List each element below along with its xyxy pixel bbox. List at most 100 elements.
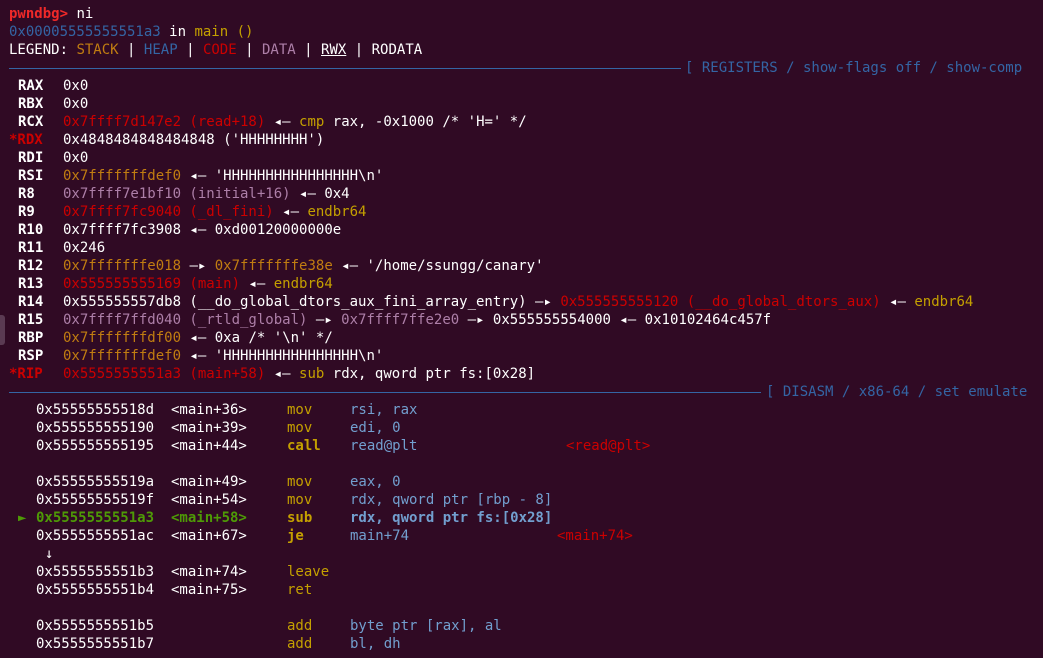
deref-pointer: 0x555555555120 (__do_global_dtors_aux) bbox=[560, 294, 881, 310]
disasm-symbol: <main+39> bbox=[171, 420, 247, 436]
disasm-address: 0x55555555519a bbox=[36, 474, 155, 490]
instruction-operands: rax, -0x1000 bbox=[332, 114, 434, 130]
disasm-address: 0x5555555551b4 bbox=[36, 582, 155, 598]
current-instruction-icon: ► bbox=[18, 510, 27, 526]
register-r14: R14 0x555555557db8 (__do_global_dtors_aux… bbox=[9, 293, 1043, 311]
register-value: 0x7ffff7fc3908 bbox=[63, 222, 182, 238]
register-value: 0x4848484848484848 ('HHHHHHHH') bbox=[63, 132, 325, 148]
register-r8: R8 0x7ffff7e1bf10 (initial+16) ◂— 0x4 bbox=[9, 185, 1043, 203]
disasm-header: [ DISASM / x86-64 / set emulate bbox=[9, 383, 1043, 401]
comment: /* 'H=' */ bbox=[442, 114, 527, 130]
register-value: 0x7ffff7ffd040 (_rtld_global) bbox=[63, 312, 308, 328]
deref-arrow: ◂— bbox=[189, 222, 207, 238]
disasm-line: 0x5555555551b3 <main+74> leave bbox=[9, 563, 1043, 581]
register-value: 0x246 bbox=[63, 240, 106, 256]
location-in: in bbox=[169, 24, 187, 40]
disasm-symbol: <main+36> bbox=[171, 402, 247, 418]
register-name: *RDX bbox=[9, 132, 43, 148]
disasm-address: 0x5555555551ac bbox=[36, 528, 155, 544]
disasm-symbol: <main+54> bbox=[171, 492, 247, 508]
disasm-line: 0x5555555551b5 add byte ptr [rax], al bbox=[9, 617, 1043, 635]
register-r13: R13 0x555555555169 (main) ◂— endbr64 bbox=[9, 275, 1043, 293]
disasm-line: 0x5555555551ac <main+67> je main+74 <main+74… bbox=[9, 527, 1043, 545]
deref-arrow: ◂— bbox=[189, 348, 207, 364]
disasm-current-line: ► 0x5555555551a3 <main+58> sub rdx, qword pt… bbox=[9, 509, 1043, 527]
disasm-symbol: <main+49> bbox=[171, 474, 247, 490]
string-value: '/home/ssungg/canary' bbox=[366, 258, 544, 274]
register-value: 0x0 bbox=[63, 96, 89, 112]
register-name: R12 bbox=[18, 258, 44, 274]
disasm-mnemonic: add bbox=[287, 618, 313, 634]
disasm-operands: eax, 0 bbox=[350, 474, 401, 490]
deref-arrow: ◂— bbox=[341, 258, 359, 274]
disasm-operands: byte ptr [rax], al bbox=[350, 618, 502, 634]
disasm-mnemonic: call bbox=[287, 438, 321, 454]
disasm-mnemonic: add bbox=[287, 636, 313, 652]
register-rdx: *RDX 0x4848484848484848 ('HHHHHHHH') bbox=[9, 131, 1043, 149]
disasm-mnemonic: mov bbox=[287, 402, 313, 418]
instruction-mnemonic: cmp bbox=[299, 114, 325, 130]
register-name: RCX bbox=[18, 114, 44, 130]
register-rsp: RSP 0x7fffffffdef0 ◂— 'HHHHHHHHHHHHHHHH\n… bbox=[9, 347, 1043, 365]
legend-sep: | bbox=[127, 42, 136, 58]
disasm-symbol: <main+67> bbox=[171, 528, 247, 544]
instruction-mnemonic: endbr64 bbox=[914, 294, 974, 310]
register-value: 0x7ffff7d147e2 (read+18) bbox=[63, 114, 266, 130]
disasm-mnemonic: sub bbox=[287, 510, 313, 526]
disasm-symbol: <main+75> bbox=[171, 582, 247, 598]
register-name: R10 bbox=[18, 222, 44, 238]
jump-arrow-line: ↓ bbox=[9, 545, 1043, 563]
deref-arrow: —▸ bbox=[535, 294, 552, 310]
disasm-rule bbox=[9, 392, 761, 393]
register-rbp: RBP 0x7fffffffdf00 ◂— 0xa /* '\n' */ bbox=[9, 329, 1043, 347]
legend-line: LEGEND: STACK | HEAP | CODE | DATA | RWX… bbox=[9, 41, 1043, 59]
register-name: RAX bbox=[18, 78, 44, 94]
register-name: R9 bbox=[18, 204, 35, 220]
registers-title: [ REGISTERS / show-flags off / show-comp bbox=[685, 60, 1023, 76]
deref-arrow: —▸ bbox=[315, 312, 333, 328]
disasm-mnemonic: ret bbox=[287, 582, 313, 598]
disasm-line: 0x55555555519f <main+54> mov rdx, qword ptr… bbox=[9, 491, 1043, 509]
register-rip: *RIP 0x5555555551a3 (main+58) ◂— sub rdx,… bbox=[9, 365, 1043, 383]
deref-value: 0x10102464c457f bbox=[644, 312, 772, 328]
register-name: R11 bbox=[18, 240, 44, 256]
register-value: 0x7fffffffe018 bbox=[63, 258, 182, 274]
location-line: 0x00005555555551a3 in main () bbox=[9, 23, 1043, 41]
instruction-mnemonic: endbr64 bbox=[307, 204, 367, 220]
disasm-address: 0x55555555518d bbox=[36, 402, 155, 418]
location-address: 0x00005555555551a3 bbox=[9, 24, 161, 40]
disasm-line: 0x555555555195 <main+44> call read@plt <read… bbox=[9, 437, 1043, 455]
legend-sep: | bbox=[245, 42, 254, 58]
register-rsi: RSI 0x7fffffffdef0 ◂— 'HHHHHHHHHHHHHHHH\n… bbox=[9, 167, 1043, 185]
register-value: 0x555555555169 (main) bbox=[63, 276, 241, 292]
disasm-line: 0x55555555518d <main+36> mov rsi, rax bbox=[9, 401, 1043, 419]
register-name: R8 bbox=[18, 186, 35, 202]
registers-header: [ REGISTERS / show-flags off / show-comp bbox=[9, 59, 1043, 77]
register-name: R15 bbox=[18, 312, 44, 328]
register-name: *RIP bbox=[9, 366, 43, 382]
register-value: 0x7fffffffdf00 bbox=[63, 330, 182, 346]
register-name: RBP bbox=[18, 330, 44, 346]
legend-sep: | bbox=[304, 42, 313, 58]
register-rax: RAX 0x0 bbox=[9, 77, 1043, 95]
deref-arrow: ◂— bbox=[189, 168, 207, 184]
deref-arrow: ◂— bbox=[299, 186, 316, 202]
register-name: RBX bbox=[18, 96, 44, 112]
register-r15: R15 0x7ffff7ffd040 (_rtld_global) —▸ 0x7f… bbox=[9, 311, 1043, 329]
disasm-mnemonic: mov bbox=[287, 474, 313, 490]
deref-arrow: ◂— bbox=[889, 294, 906, 310]
register-value: 0x555555557db8 (__do_global_dtors_aux_fi… bbox=[63, 294, 527, 310]
deref-arrow: ◂— bbox=[273, 366, 291, 382]
deref-value: 0x4 bbox=[324, 186, 350, 202]
disasm-line: 0x555555555190 <main+39> mov edi, 0 bbox=[9, 419, 1043, 437]
register-value: 0x0 bbox=[63, 78, 89, 94]
scrollbar-handle[interactable] bbox=[0, 315, 5, 345]
register-value: 0x7fffffffdef0 bbox=[63, 348, 182, 364]
register-name: R14 bbox=[18, 294, 44, 310]
register-r10: R10 0x7ffff7fc3908 ◂— 0xd00120000000e bbox=[9, 221, 1043, 239]
disasm-mnemonic: mov bbox=[287, 420, 313, 436]
register-value: 0x0 bbox=[63, 150, 89, 166]
disasm-title: [ DISASM / x86-64 / set emulate bbox=[766, 384, 1028, 400]
jump-arrow-icon: ↓ bbox=[45, 546, 54, 562]
